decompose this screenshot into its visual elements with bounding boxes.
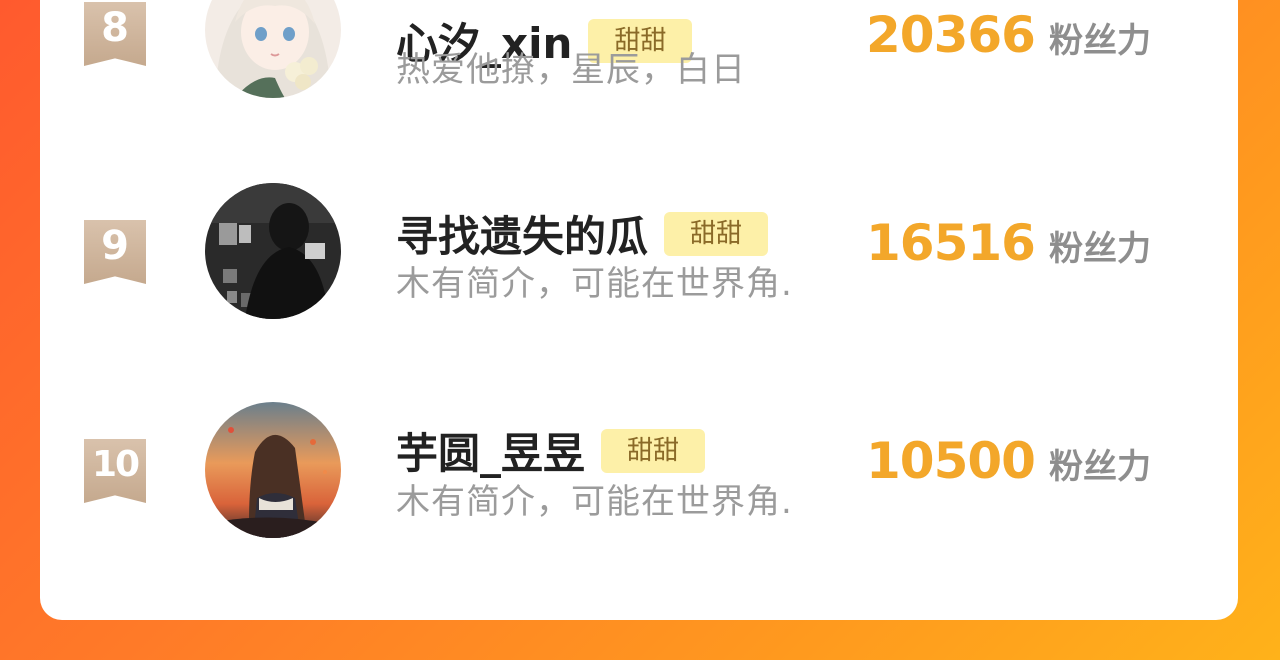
user-tag: 甜甜 (664, 211, 769, 256)
rank-badge: 10 (84, 439, 146, 503)
rank-badge: 8 (84, 2, 146, 66)
anime-girl-avatar-icon (205, 0, 341, 98)
user-name-line: 寻找遗失的瓜 甜甜 (396, 203, 769, 264)
user-tag: 甜甜 (601, 428, 706, 473)
user-bio: 热爱他撩，星辰，白日 (396, 50, 746, 90)
dark-photo-avatar-icon (205, 183, 341, 319)
user-bio: 木有简介，可能在世界角. (396, 264, 793, 304)
user-name[interactable]: 芋圆_昱昱 (396, 420, 585, 481)
fan-power-score: 16516 粉丝力 (866, 214, 1151, 272)
user-avatar[interactable] (205, 0, 341, 98)
score-unit: 粉丝力 (1048, 229, 1151, 269)
ranking-row[interactable]: 10 芋圆_昱昱 甜甜 木有简介，可能在世界角. 10500 粉丝力 (40, 388, 1238, 548)
rank-number: 10 (91, 444, 140, 485)
score-unit: 粉丝力 (1048, 21, 1151, 61)
score-value: 16516 (866, 214, 1036, 272)
rank-badge: 9 (84, 220, 146, 284)
user-name[interactable]: 寻找遗失的瓜 (396, 203, 648, 264)
user-bio: 木有简介，可能在世界角. (396, 482, 793, 522)
rank-number: 9 (101, 223, 129, 269)
ranking-row[interactable]: 8 心汐_xin 甜甜 热爱他撩，星辰，白日 20366 粉丝力 (40, 0, 1238, 120)
user-avatar[interactable] (205, 402, 341, 538)
score-value: 20366 (866, 6, 1036, 64)
fan-power-score: 20366 粉丝力 (866, 6, 1151, 64)
ranking-card: 8 心汐_xin 甜甜 热爱他撩，星辰，白日 20366 粉丝力 9 寻找遗失的… (40, 0, 1238, 620)
score-value: 10500 (866, 432, 1036, 490)
fan-power-score: 10500 粉丝力 (866, 432, 1151, 490)
user-name-line: 芋圆_昱昱 甜甜 (396, 420, 706, 481)
user-avatar[interactable] (205, 183, 341, 319)
ranking-row[interactable]: 9 寻找遗失的瓜 甜甜 木有简介，可能在世界角. 16516 粉丝力 (40, 170, 1238, 330)
score-unit: 粉丝力 (1048, 447, 1151, 487)
sunset-girl-avatar-icon (205, 402, 341, 538)
rank-number: 8 (101, 5, 129, 51)
